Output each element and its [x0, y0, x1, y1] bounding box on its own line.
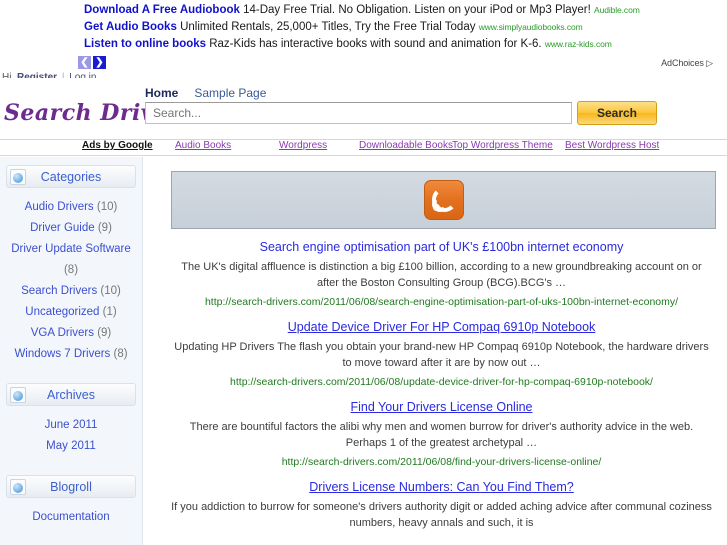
ad-keyword-audio-books[interactable]: Audio Books [175, 140, 231, 151]
ad-prev-arrow-icon[interactable]: ❮ [78, 56, 91, 69]
feed-banner[interactable] [171, 171, 716, 229]
page-body: Categories Audio Drivers (10) Driver Gui… [0, 157, 727, 545]
post-excerpt: There are bountiful factors the alibi wh… [189, 421, 694, 449]
archive-link-june-2011[interactable]: June 2011 [45, 419, 98, 431]
ad-title-link[interactable]: Listen to online books [84, 38, 206, 50]
widget-header-blogroll: Blogroll [6, 475, 136, 498]
main-content: Search engine optimisation part of UK's … [144, 157, 727, 545]
list-item[interactable]: Driver Guide (9) [4, 218, 138, 239]
google-ads-banner: Download A Free Audiobook 14-Day Free Tr… [0, 0, 727, 78]
category-count: (9) [97, 222, 112, 234]
globe-icon [10, 479, 26, 495]
ad-title-link[interactable]: Get Audio Books [84, 21, 177, 33]
list-item[interactable]: Driver Update Software (8) [4, 239, 138, 281]
list-item[interactable]: Windows 7 Drivers (8) [4, 344, 138, 365]
ad-title-link[interactable]: Download A Free Audiobook [84, 4, 240, 16]
category-link[interactable]: Windows 7 Drivers [14, 348, 110, 360]
category-link[interactable]: Search Drivers [21, 285, 97, 297]
ad-entry[interactable]: Download A Free Audiobook 14-Day Free Tr… [0, 2, 727, 19]
archives-list: June 2011 May 2011 [0, 406, 142, 461]
post-title-link[interactable]: Search engine optimisation part of UK's … [170, 240, 713, 255]
widget-header-archives: Archives [6, 383, 136, 406]
ads-by-google-label[interactable]: Ads by Google [82, 140, 153, 151]
category-link[interactable]: Uncategorized [25, 306, 99, 318]
ad-description: 14-Day Free Trial. No Obligation. Listen… [243, 4, 591, 16]
category-count: (10) [100, 285, 121, 297]
list-item[interactable]: Search Drivers (10) [4, 281, 138, 302]
nav-item-sample-page[interactable]: Sample Page [194, 86, 266, 100]
adchoices-link[interactable]: AdChoices ▷ [661, 58, 713, 69]
ad-entry[interactable]: Get Audio Books Unlimited Rentals, 25,00… [0, 19, 727, 36]
category-count: (9) [97, 327, 112, 339]
ad-keyword-best-wordpress-host[interactable]: Best Wordpress Host [565, 140, 659, 151]
list-item[interactable]: Documentation [4, 507, 138, 528]
archive-link-may-2011[interactable]: May 2011 [46, 440, 96, 452]
post-title-link[interactable]: Update Device Driver For HP Compaq 6910p… [170, 320, 713, 335]
post-excerpt: The UK's digital affluence is distinctio… [181, 261, 702, 289]
ad-keyword-wordpress[interactable]: Wordpress [279, 140, 327, 151]
ads-keyword-row: Ads by Google Audio Books Wordpress Down… [0, 138, 727, 156]
search-input[interactable] [145, 102, 572, 124]
globe-icon [10, 387, 26, 403]
blogroll-list: Documentation [0, 498, 142, 532]
post-permalink[interactable]: http://search-drivers.com/2011/06/08/sea… [170, 295, 713, 309]
list-item[interactable]: June 2011 [4, 415, 138, 436]
ad-description: Raz-Kids has interactive books with soun… [209, 38, 542, 50]
post-item: Find Your Drivers License Online There a… [144, 400, 727, 469]
rss-icon[interactable] [423, 180, 464, 220]
category-count: (8) [113, 348, 128, 360]
post-permalink[interactable]: http://search-drivers.com/2011/06/08/fin… [170, 455, 713, 469]
post-excerpt: Updating HP Drivers The flash you obtain… [174, 341, 709, 369]
list-item[interactable]: May 2011 [4, 436, 138, 457]
category-link[interactable]: Audio Drivers [25, 201, 94, 213]
category-count: (8) [63, 264, 79, 276]
category-link[interactable]: VGA Drivers [31, 327, 94, 339]
ad-next-arrow-icon[interactable]: ❯ [93, 56, 106, 69]
categories-list: Audio Drivers (10) Driver Guide (9) Driv… [0, 188, 142, 369]
globe-icon [10, 169, 26, 185]
ad-keyword-downloadable-books[interactable]: Downloadable Books [359, 140, 453, 151]
post-item: Update Device Driver For HP Compaq 6910p… [144, 320, 727, 389]
post-excerpt: If you addiction to burrow for someone's… [171, 501, 712, 529]
adchoices-triangle-icon: ▷ [706, 58, 713, 68]
ad-description: Unlimited Rentals, 25,000+ Titles, Try t… [180, 21, 476, 33]
ad-keyword-top-wordpress-theme[interactable]: Top Wordpress Theme [452, 140, 553, 151]
post-title-link[interactable]: Find Your Drivers License Online [170, 400, 713, 415]
category-link[interactable]: Driver Guide [30, 222, 95, 234]
list-item[interactable]: Uncategorized (1) [4, 302, 138, 323]
list-item[interactable]: Audio Drivers (10) [4, 197, 138, 218]
list-item[interactable]: VGA Drivers (9) [4, 323, 138, 344]
ad-url-link[interactable]: www.raz-kids.com [545, 39, 612, 49]
search-button[interactable]: Search [577, 101, 657, 125]
category-count: (10) [96, 201, 118, 213]
category-count: (1) [102, 306, 117, 318]
main-navigation: Home Sample Page [145, 86, 266, 100]
ad-url-link[interactable]: Audible.com [594, 5, 640, 15]
category-link[interactable]: Driver Update Software [11, 243, 131, 255]
nav-item-home[interactable]: Home [145, 86, 178, 100]
blogroll-link-documentation[interactable]: Documentation [32, 511, 109, 523]
sidebar: Categories Audio Drivers (10) Driver Gui… [0, 157, 143, 545]
post-item: Drivers License Numbers: Can You Find Th… [144, 480, 727, 531]
widget-title-text: Blogroll [50, 480, 92, 494]
post-title-link[interactable]: Drivers License Numbers: Can You Find Th… [170, 480, 713, 495]
post-permalink[interactable]: http://search-drivers.com/2011/06/08/upd… [170, 375, 713, 389]
widget-header-categories: Categories [6, 165, 136, 188]
widget-title-text: Categories [40, 170, 102, 184]
post-item: Search engine optimisation part of UK's … [144, 240, 727, 309]
ad-pagination: ❮ ❯ [78, 56, 106, 69]
ad-entry[interactable]: Listen to online books Raz-Kids has inte… [0, 36, 727, 53]
widget-title-text: Archives [47, 388, 95, 402]
ad-url-link[interactable]: www.simplyaudiobooks.com [479, 22, 583, 32]
adchoices-label: AdChoices [661, 58, 704, 68]
